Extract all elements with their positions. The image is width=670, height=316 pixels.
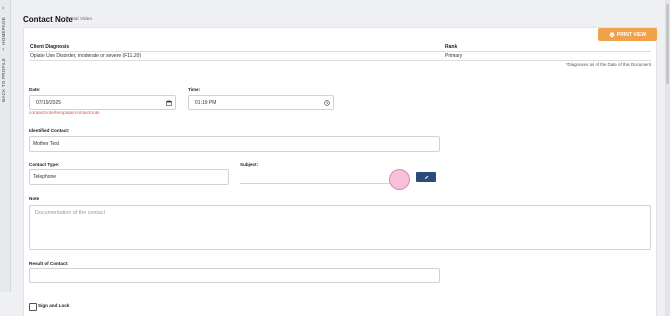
note-textarea[interactable]: Documentation of the contact: [29, 205, 651, 250]
identified-contact-value: Mother Test: [33, 141, 60, 147]
contact-type-label: Contact Type:: [29, 162, 60, 167]
time-field[interactable]: 01:19 PM: [188, 95, 334, 110]
chevron-left-icon[interactable]: ‹: [2, 5, 4, 12]
time-label: Time:: [188, 87, 201, 92]
date-field[interactable]: 07/19/2025: [29, 95, 176, 110]
chevron-left-icon[interactable]: ‹: [2, 46, 4, 53]
subject-field[interactable]: [240, 183, 390, 184]
date-value: 07/19/2025: [36, 99, 62, 106]
column-header-diagnosis: Client Diagnosis: [29, 43, 444, 52]
left-rail: ‹ HOMEPAGE ‹ BACK TO PROFILE: [0, 0, 11, 292]
scrollbar-thumb[interactable]: [666, 4, 669, 84]
page-scrollbar[interactable]: [665, 0, 670, 316]
calendar-icon[interactable]: [166, 99, 172, 106]
diagnosis-footnote: *Diagnoses as of the Date of this Docume…: [565, 62, 651, 67]
column-header-rank: Rank: [444, 43, 651, 52]
homepage-link[interactable]: HOMEPAGE: [1, 17, 6, 45]
clock-icon[interactable]: [324, 99, 330, 106]
diagnosis-cell: Opiate Use Disorder, moderate or severe …: [29, 51, 444, 61]
date-label: Date:: [29, 87, 41, 92]
back-to-profile-link[interactable]: BACK TO PROFILE: [1, 58, 6, 102]
identified-contact-field[interactable]: Mother Test: [29, 136, 440, 152]
page-subtitle: Portal Video: [66, 17, 93, 22]
sign-and-lock-label: Sign and Lock: [38, 303, 70, 308]
rank-cell: Primary: [444, 51, 651, 61]
print-view-button[interactable]: PRINT VIEW: [598, 28, 657, 41]
pencil-icon: [424, 175, 428, 179]
contact-type-field[interactable]: Telephone: [29, 169, 229, 185]
result-label: Result of Contact:: [29, 261, 69, 266]
template-path-error: contactnote/template/contactnote: [29, 111, 100, 116]
edit-subject-button[interactable]: [416, 172, 436, 182]
printer-icon: [609, 32, 615, 38]
subject-label: Subject:: [240, 162, 259, 167]
note-label: Note: [29, 196, 40, 201]
contact-type-value: Telephone: [33, 174, 57, 180]
sign-and-lock-checkbox[interactable]: [29, 303, 37, 311]
result-field[interactable]: [29, 268, 440, 283]
identified-contact-label: Identified Contact:: [29, 128, 70, 133]
table-row: Opiate Use Disorder, moderate or severe …: [29, 51, 651, 61]
cursor-indicator: [389, 169, 410, 190]
time-value: 01:19 PM: [195, 99, 217, 106]
diagnosis-table: Client Diagnosis Rank Opiate Use Disorde…: [29, 43, 651, 61]
print-view-label: PRINT VIEW: [616, 31, 647, 38]
